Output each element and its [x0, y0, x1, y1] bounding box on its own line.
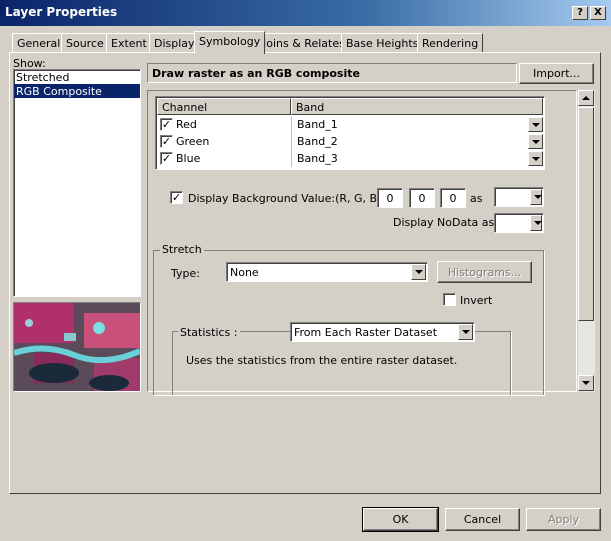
table-row: ✓ Blue Band_3	[156, 150, 544, 167]
chevron-down-icon	[458, 324, 473, 340]
raster-preview	[13, 302, 142, 392]
tab-general[interactable]: General	[12, 33, 66, 53]
tab-joins-relates[interactable]: Joins & Relates	[258, 33, 350, 53]
band-green-value[interactable]: Band_2	[297, 135, 338, 148]
channel-green-label: Green	[176, 135, 210, 148]
checkbox-blue[interactable]: ✓	[160, 152, 173, 165]
window-title: Layer Properties	[5, 5, 118, 19]
band-green-dropdown[interactable]	[528, 134, 543, 149]
background-r-input[interactable]: 0	[377, 188, 403, 208]
table-row: ✓ Red Band_1	[156, 116, 544, 133]
show-item-rgb-composite[interactable]: RGB Composite	[14, 84, 140, 98]
import-button[interactable]: Import...	[519, 63, 594, 84]
scroll-up-button[interactable]	[578, 90, 594, 106]
arrow-down-icon	[582, 381, 590, 385]
close-button[interactable]: X	[590, 6, 606, 20]
cell-divider	[291, 150, 292, 167]
band-red-dropdown[interactable]	[528, 117, 543, 132]
chevron-down-icon	[530, 189, 542, 205]
stretch-type-label: Type:	[171, 267, 200, 280]
tab-rendering[interactable]: Rendering	[417, 33, 484, 53]
nodata-label: Display NoData as	[393, 216, 495, 229]
background-g-input[interactable]: 0	[409, 188, 435, 208]
arrow-up-icon	[582, 96, 590, 100]
checkbox-red[interactable]: ✓	[160, 118, 173, 131]
renderer-header: Draw raster as an RGB composite	[147, 63, 517, 83]
checkbox-green[interactable]: ✓	[160, 135, 173, 148]
column-header-band[interactable]: Band	[291, 98, 543, 115]
statistics-label: Statistics :	[178, 326, 240, 339]
channel-red-label: Red	[176, 118, 197, 131]
band-blue-dropdown[interactable]	[528, 151, 543, 166]
histograms-button[interactable]: Histograms...	[437, 261, 532, 283]
tab-symbology[interactable]: Symbology	[194, 31, 266, 54]
invert-label: Invert	[460, 294, 493, 307]
background-b-input[interactable]: 0	[440, 188, 466, 208]
background-label: Display Background Value:(R, G, B)	[188, 192, 382, 205]
scroll-down-button[interactable]	[578, 375, 594, 391]
ok-button[interactable]: OK	[362, 507, 439, 532]
stretch-group-label: Stretch	[160, 243, 204, 256]
statistics-description: Uses the statistics from the entire rast…	[186, 354, 458, 367]
band-red-value[interactable]: Band_1	[297, 118, 338, 131]
background-as-label: as	[470, 192, 483, 205]
background-color-picker[interactable]	[494, 187, 544, 207]
raster-thumbnail	[13, 303, 142, 391]
tab-base-heights[interactable]: Base Heights	[341, 33, 424, 53]
checkbox-background[interactable]: ✓	[170, 191, 183, 204]
scroll-thumb[interactable]	[578, 107, 594, 321]
statistics-select[interactable]: From Each Raster Dataset	[290, 322, 475, 342]
help-button[interactable]: ?	[572, 6, 588, 20]
vertical-scrollbar[interactable]	[578, 90, 595, 392]
show-item-stretched[interactable]: Stretched	[14, 70, 140, 84]
chevron-down-icon	[530, 215, 542, 231]
channel-table: Channel Band ✓ Red Band_1 ✓ Green Band_2…	[155, 96, 545, 170]
band-blue-value[interactable]: Band_3	[297, 152, 338, 165]
stretch-type-value: None	[230, 266, 259, 279]
cancel-button[interactable]: Cancel	[445, 508, 520, 531]
cell-divider	[291, 133, 292, 150]
stretch-type-select[interactable]: None	[226, 262, 428, 282]
tab-source[interactable]: Source	[61, 33, 109, 53]
cell-divider	[291, 116, 292, 133]
nodata-color-picker[interactable]	[494, 213, 544, 233]
column-header-channel[interactable]: Channel	[157, 98, 291, 115]
apply-button[interactable]: Apply	[526, 508, 601, 531]
chevron-down-icon	[411, 264, 426, 280]
statistics-value: From Each Raster Dataset	[294, 326, 438, 339]
show-list[interactable]: Stretched RGB Composite	[13, 69, 141, 297]
tab-extent[interactable]: Extent	[106, 33, 152, 53]
checkbox-invert[interactable]	[443, 293, 456, 306]
renderer-title: Draw raster as an RGB composite	[152, 67, 360, 80]
channel-blue-label: Blue	[176, 152, 201, 165]
tab-display[interactable]: Display	[149, 33, 200, 53]
table-row: ✓ Green Band_2	[156, 133, 544, 150]
